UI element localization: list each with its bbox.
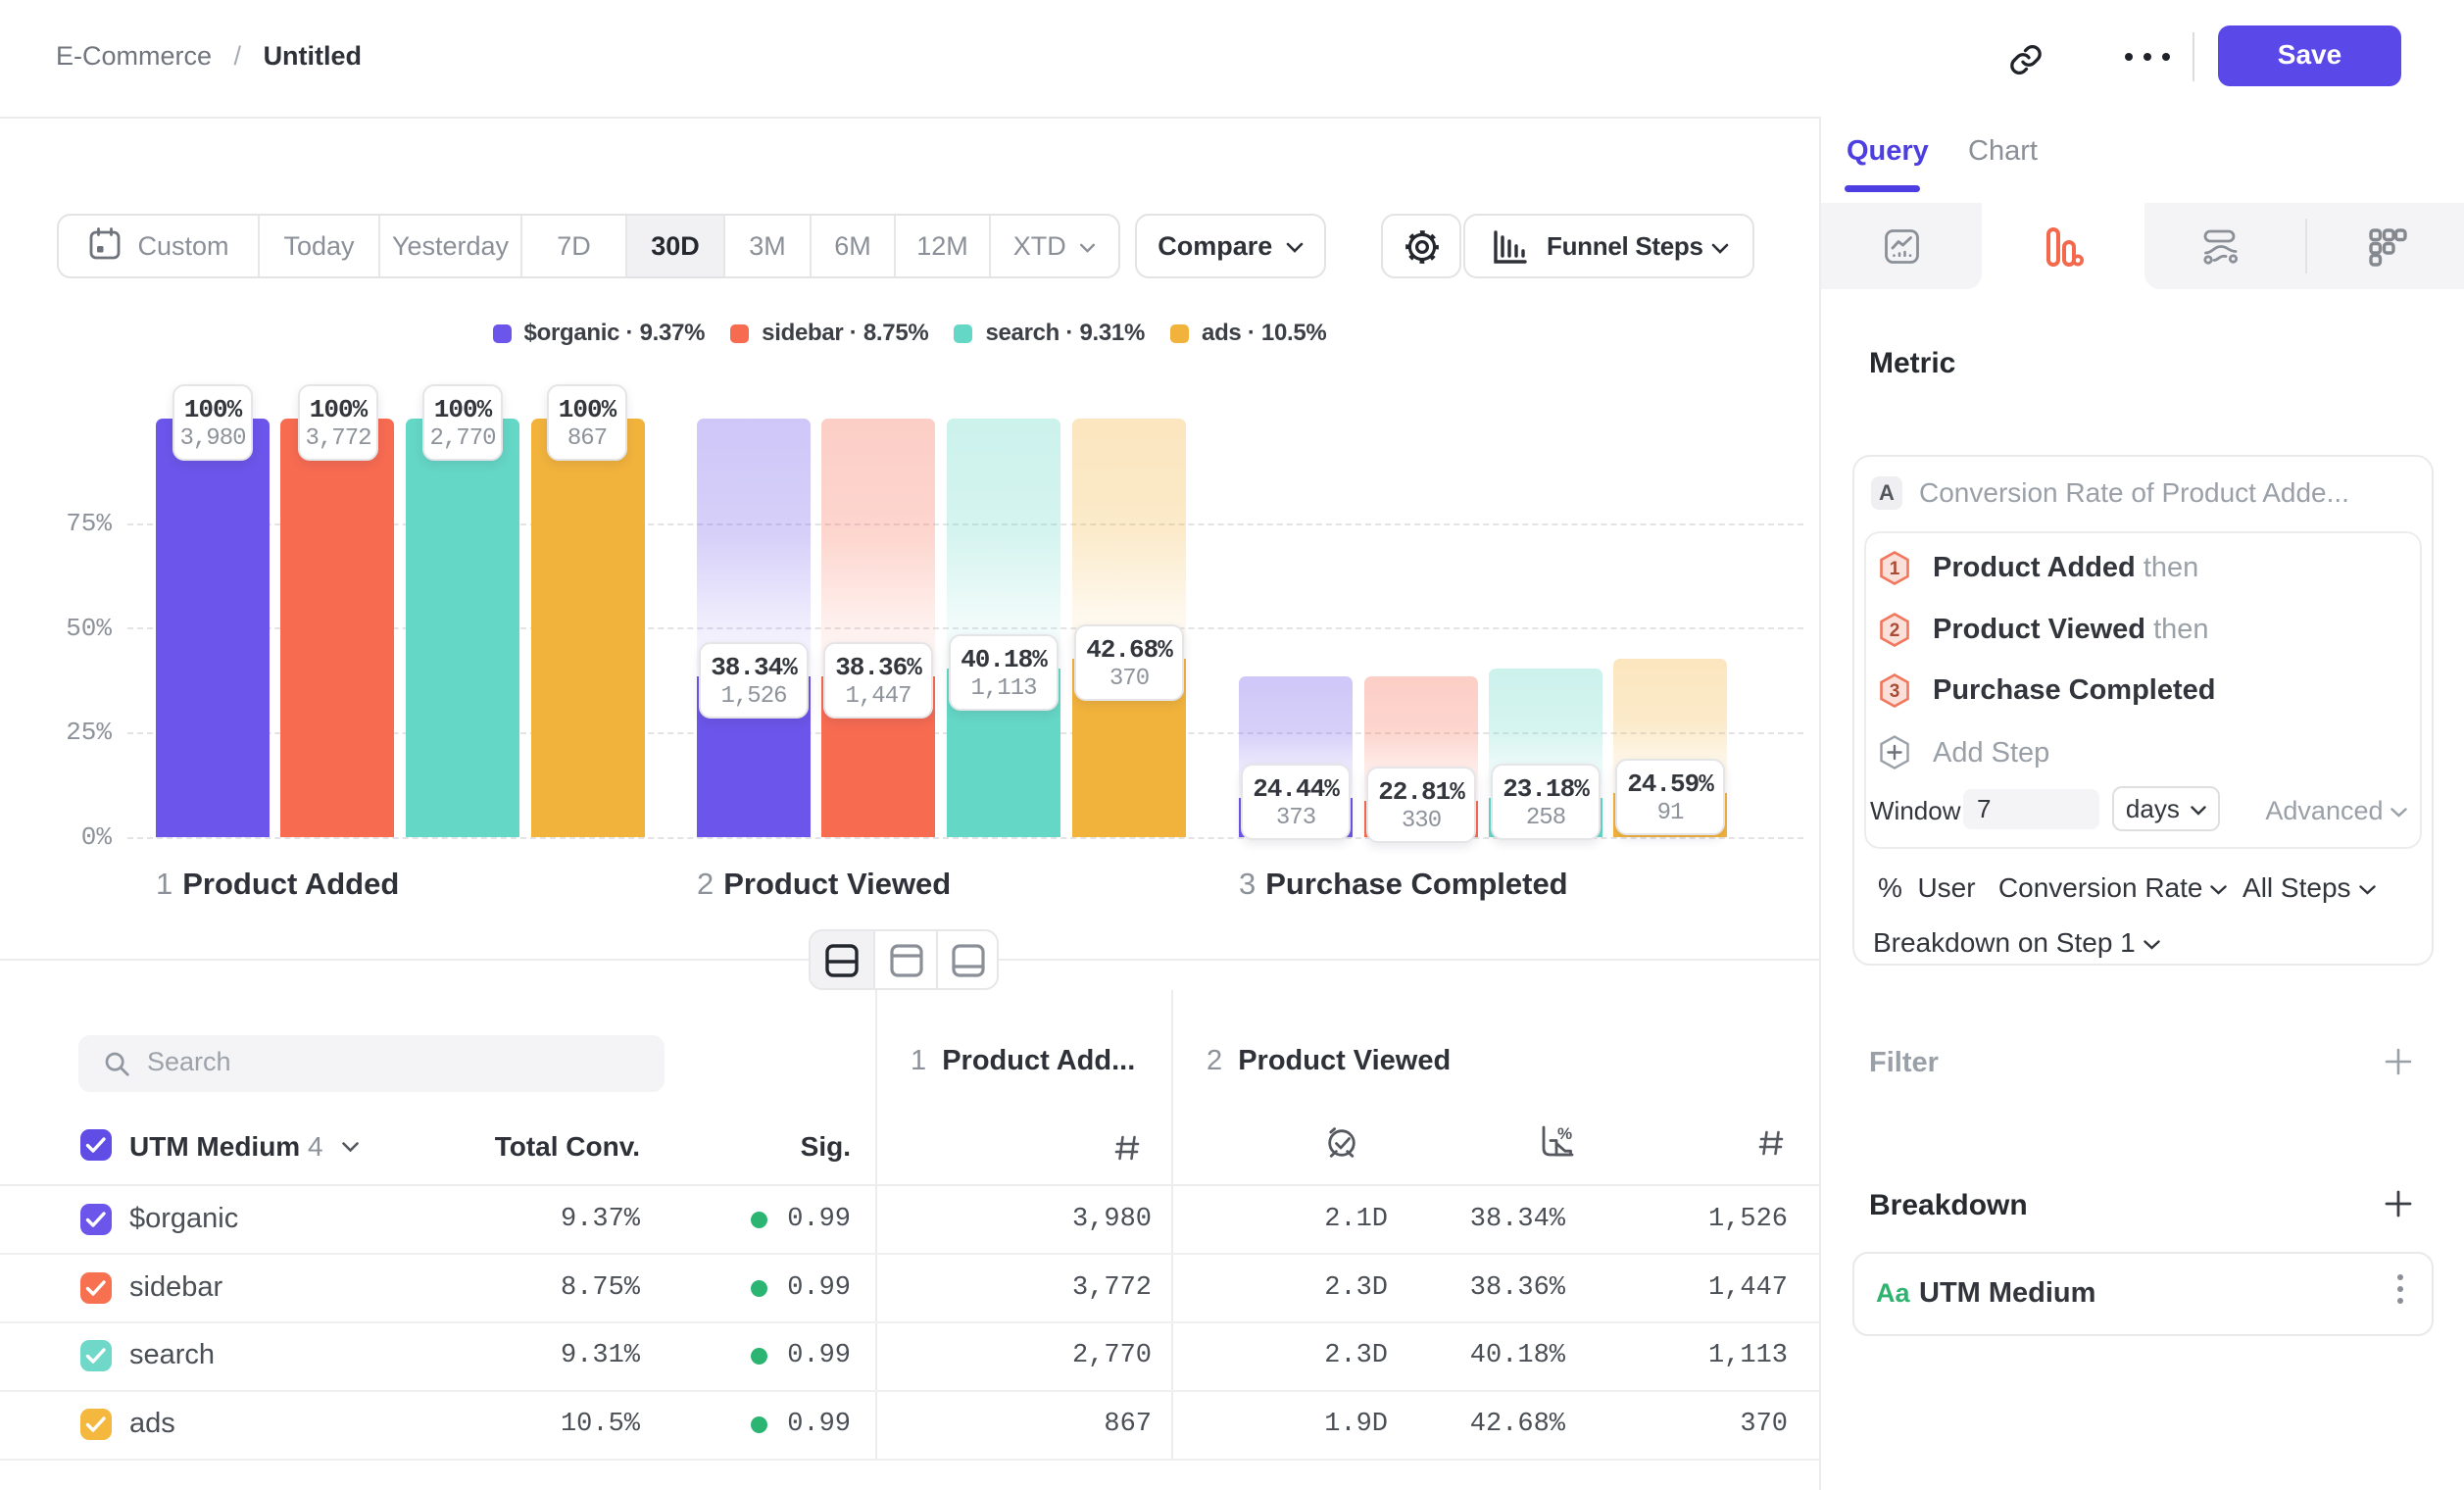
svg-text:2: 2 — [1890, 621, 1900, 641]
svg-text:1: 1 — [1890, 559, 1900, 579]
svg-text:%: % — [1557, 1124, 1572, 1143]
svg-text:3: 3 — [1890, 681, 1900, 702]
